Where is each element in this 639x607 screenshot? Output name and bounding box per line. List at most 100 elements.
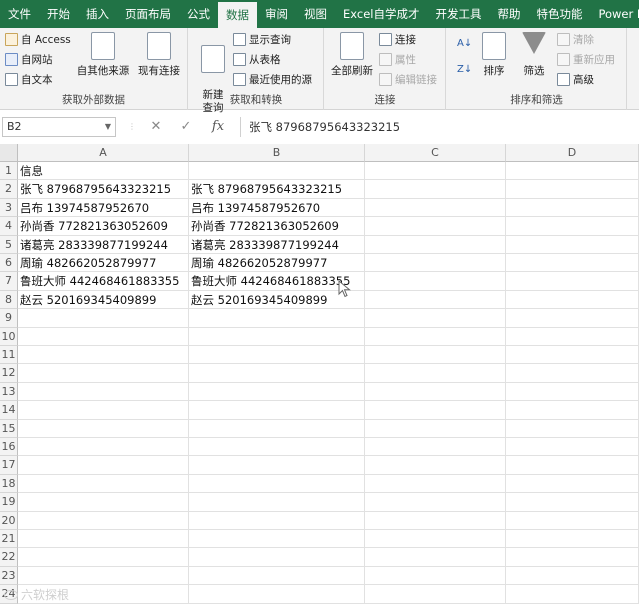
cell-c23[interactable] <box>365 566 506 586</box>
row-header[interactable]: 12 <box>0 364 18 383</box>
cell-c1[interactable] <box>365 162 506 181</box>
cell-a17[interactable] <box>18 456 189 475</box>
tab-7[interactable]: 视图 <box>296 0 335 28</box>
cell-b1[interactable] <box>189 162 365 181</box>
cell-d14[interactable] <box>506 401 639 420</box>
name-box[interactable]: B2 ▼ <box>2 117 116 137</box>
cell-c13[interactable] <box>365 382 506 402</box>
cell-a23[interactable] <box>18 566 189 586</box>
connections-button[interactable]: 连接 <box>379 32 416 47</box>
sort-descending-button[interactable]: Z↓ <box>457 64 472 75</box>
cell-a19[interactable] <box>18 493 189 512</box>
formula-input[interactable]: 张飞 87968795643323215 <box>240 117 637 137</box>
from-other-sources-button[interactable]: 自其他来源 <box>74 32 132 78</box>
cell-d4[interactable] <box>506 217 639 236</box>
tab-1[interactable]: 开始 <box>39 0 78 28</box>
select-all-corner[interactable] <box>0 144 18 162</box>
cell-d12[interactable] <box>506 364 639 383</box>
cell-d19[interactable] <box>506 493 639 512</box>
cell-d10[interactable] <box>506 327 639 346</box>
cell-b21[interactable] <box>189 530 365 549</box>
row-header[interactable]: 2 <box>0 180 18 199</box>
tab-0[interactable]: 文件 <box>0 0 39 28</box>
cell-d16[interactable] <box>506 438 639 457</box>
cell-b11[interactable] <box>189 346 365 365</box>
row-header[interactable]: 7 <box>0 272 18 291</box>
cell-c4[interactable] <box>365 217 506 236</box>
sort-ascending-button[interactable]: A↓ <box>457 38 472 49</box>
show-queries-button[interactable]: 显示查询 <box>233 32 291 47</box>
cell-b4[interactable]: 孙尚香 772821363052609 <box>189 217 365 236</box>
cell-a21[interactable] <box>18 530 189 549</box>
existing-connections-button[interactable]: 现有连接 <box>134 32 184 78</box>
cell-c17[interactable] <box>365 456 506 475</box>
cell-c16[interactable] <box>365 438 506 457</box>
cell-d9[interactable] <box>506 309 639 328</box>
cell-d1[interactable] <box>506 162 639 181</box>
cell-a4[interactable]: 孙尚香 772821363052609 <box>18 217 189 236</box>
cell-d5[interactable] <box>506 235 639 254</box>
column-header-d[interactable]: D <box>506 144 639 162</box>
tab-2[interactable]: 插入 <box>78 0 117 28</box>
tab-11[interactable]: 特色功能 <box>528 0 590 28</box>
row-header[interactable]: 1 <box>0 162 18 181</box>
cell-b15[interactable] <box>189 419 365 438</box>
cell-d20[interactable] <box>506 511 639 530</box>
cell-a9[interactable] <box>18 309 189 328</box>
cell-a18[interactable] <box>18 474 189 494</box>
row-header[interactable]: 21 <box>0 530 18 549</box>
tab-10[interactable]: 帮助 <box>489 0 528 28</box>
properties-button[interactable]: 属性 <box>379 52 416 67</box>
cell-c7[interactable] <box>365 272 506 291</box>
cell-b12[interactable] <box>189 364 365 383</box>
insert-function-icon[interactable]: fx <box>206 117 230 137</box>
row-header[interactable]: 20 <box>0 511 18 530</box>
cell-c3[interactable] <box>365 198 506 218</box>
cell-c15[interactable] <box>365 419 506 438</box>
from-text-button[interactable]: 自文本 <box>5 72 53 87</box>
cell-a11[interactable] <box>18 346 189 365</box>
cell-b23[interactable] <box>189 566 365 586</box>
cell-d6[interactable] <box>506 254 639 273</box>
row-header[interactable]: 8 <box>0 290 18 310</box>
cell-c24[interactable] <box>365 585 506 604</box>
advanced-filter-button[interactable]: 高级 <box>557 72 594 87</box>
tab-6[interactable]: 审阅 <box>257 0 296 28</box>
cell-a14[interactable] <box>18 401 189 420</box>
cell-a7[interactable]: 鲁班大师 442468461883355 <box>18 272 189 291</box>
cell-b9[interactable] <box>189 309 365 328</box>
cell-d23[interactable] <box>506 566 639 586</box>
row-header[interactable]: 15 <box>0 419 18 438</box>
refresh-all-button[interactable]: 全部刷新 <box>329 32 375 78</box>
row-header[interactable]: 5 <box>0 235 18 254</box>
cell-c9[interactable] <box>365 309 506 328</box>
row-header[interactable]: 4 <box>0 217 18 236</box>
cell-c12[interactable] <box>365 364 506 383</box>
cell-b17[interactable] <box>189 456 365 475</box>
cell-d13[interactable] <box>506 382 639 402</box>
confirm-entry-icon[interactable]: ✓ <box>174 117 198 137</box>
from-table-button[interactable]: 从表格 <box>233 52 281 67</box>
cell-c22[interactable] <box>365 548 506 567</box>
cell-b13[interactable] <box>189 382 365 402</box>
column-header-b[interactable]: B <box>189 144 365 162</box>
cell-c20[interactable] <box>365 511 506 530</box>
cell-d17[interactable] <box>506 456 639 475</box>
tab-3[interactable]: 页面布局 <box>117 0 179 28</box>
cell-a8[interactable]: 赵云 520169345409899 <box>18 290 189 310</box>
cell-b22[interactable] <box>189 548 365 567</box>
cell-a2[interactable]: 张飞 87968795643323215 <box>18 180 189 199</box>
cell-a1[interactable]: 信息 <box>18 162 189 181</box>
cell-d18[interactable] <box>506 474 639 494</box>
cell-d8[interactable] <box>506 290 639 310</box>
row-header[interactable]: 14 <box>0 401 18 420</box>
cell-c19[interactable] <box>365 493 506 512</box>
cell-b24[interactable] <box>189 585 365 604</box>
cell-a13[interactable] <box>18 382 189 402</box>
row-header[interactable]: 9 <box>0 309 18 328</box>
reapply-button[interactable]: 重新应用 <box>557 52 615 67</box>
cell-b19[interactable] <box>189 493 365 512</box>
edit-links-button[interactable]: 编辑链接 <box>379 72 437 87</box>
cell-b5[interactable]: 诸葛亮 283339877199244 <box>189 235 365 254</box>
cell-d24[interactable] <box>506 585 639 604</box>
